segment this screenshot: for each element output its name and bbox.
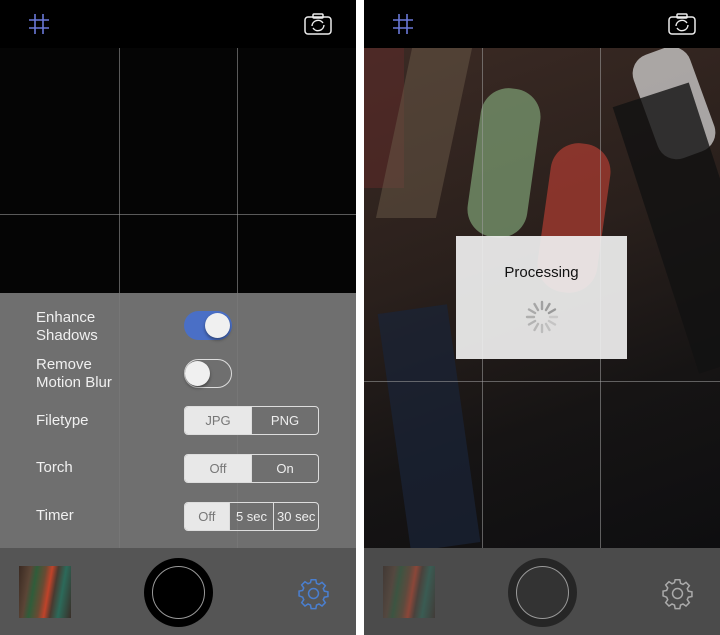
settings-panel: Enhance Shadows Remove Motion Blur Filetyp… <box>0 293 356 548</box>
settings-gear-icon[interactable] <box>297 577 330 610</box>
shutter-button[interactable] <box>508 558 577 627</box>
spinner-spoke <box>533 322 540 332</box>
torch-segmented-control: Off On <box>184 454 319 483</box>
timer-5-sec[interactable]: 5 sec <box>228 503 274 530</box>
last-photo-thumbnail[interactable] <box>19 566 71 618</box>
grid-icon[interactable] <box>29 14 49 34</box>
enhance-shadows-label: Enhance Shadows <box>36 309 98 344</box>
camera-screen-processing: Processing APPsolution <box>364 0 720 635</box>
timer-off[interactable]: Off <box>185 503 229 530</box>
top-bar <box>364 0 720 48</box>
camera-flip-icon[interactable] <box>304 13 332 35</box>
camera-viewfinder[interactable]: Processing <box>364 48 720 548</box>
filetype-jpg[interactable]: JPG <box>185 407 251 434</box>
torch-off[interactable]: Off <box>185 455 251 482</box>
top-bar <box>0 0 356 48</box>
remove-motion-blur-label: Remove Motion Blur <box>36 356 112 391</box>
spinner-spoke <box>544 322 551 332</box>
spinner-spoke <box>547 308 557 315</box>
spinner-spoke <box>527 308 537 315</box>
timer-segmented-control: Off 5 sec 30 sec <box>184 502 319 531</box>
settings-gear-icon[interactable] <box>661 577 694 610</box>
filetype-label: Filetype <box>36 412 89 429</box>
timer-30-sec[interactable]: 30 sec <box>273 503 318 530</box>
camera-screen-settings: Enhance Shadows Remove Motion Blur Filetyp… <box>0 0 356 635</box>
camera-flip-icon[interactable] <box>668 13 696 35</box>
filetype-png[interactable]: PNG <box>251 407 318 434</box>
torch-label: Torch <box>36 459 73 476</box>
spinner-spoke <box>544 302 551 312</box>
spinner-spoke <box>547 319 557 326</box>
loading-spinner-icon <box>525 300 559 334</box>
processing-title: Processing <box>504 264 579 281</box>
remove-motion-blur-toggle[interactable] <box>184 359 232 388</box>
spinner-spoke <box>533 302 540 312</box>
filetype-segmented-control: JPG PNG <box>184 406 319 435</box>
grid-icon[interactable] <box>393 14 413 34</box>
shutter-button[interactable] <box>144 558 213 627</box>
timer-label: Timer <box>36 507 74 524</box>
processing-dialog: Processing <box>456 236 627 359</box>
last-photo-thumbnail[interactable] <box>383 566 435 618</box>
bottom-bar <box>364 548 720 635</box>
spinner-spoke <box>527 319 537 326</box>
bottom-bar <box>0 548 356 635</box>
enhance-shadows-toggle[interactable] <box>184 311 232 340</box>
torch-on[interactable]: On <box>251 455 318 482</box>
